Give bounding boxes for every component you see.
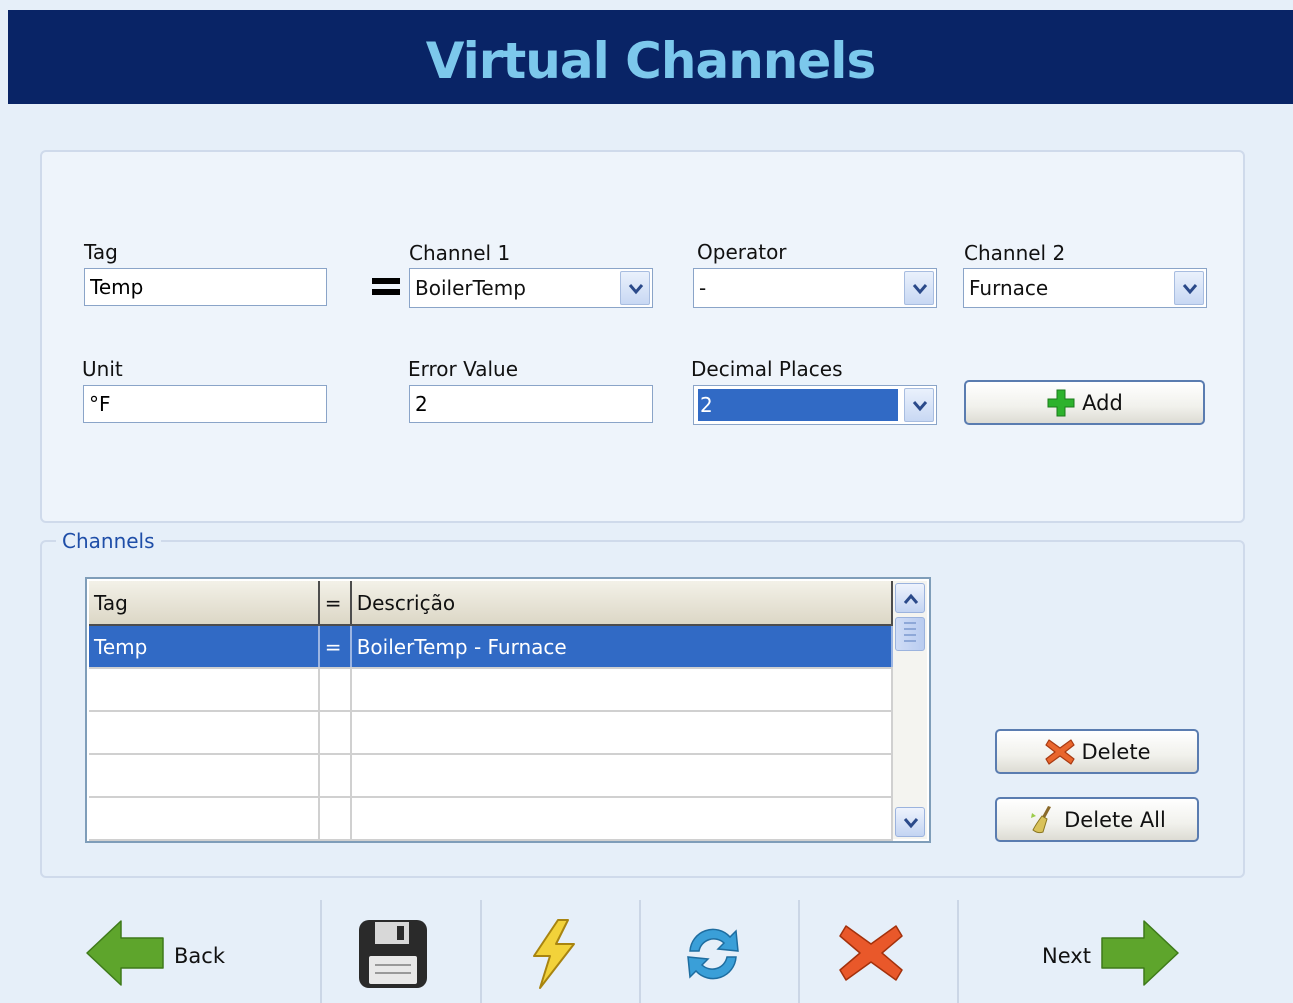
- cell-eq: =: [318, 625, 352, 669]
- arrow-right-icon: [1101, 920, 1179, 986]
- decimal-places-label: Decimal Places: [691, 357, 843, 381]
- lightning-button[interactable]: [500, 888, 620, 1003]
- unit-input[interactable]: [83, 385, 327, 423]
- equals-icon: [372, 278, 400, 298]
- table-row[interactable]: [89, 711, 894, 755]
- delete-all-button-label: Delete All: [1064, 807, 1166, 832]
- add-button-label: Add: [1082, 390, 1123, 415]
- operator-value: -: [699, 276, 707, 300]
- footer-divider: [320, 900, 322, 1003]
- chevron-down-icon[interactable]: [620, 271, 650, 305]
- channel2-select[interactable]: Furnace: [963, 268, 1207, 308]
- vertical-scrollbar[interactable]: [893, 581, 927, 839]
- channel1-select[interactable]: BoilerTemp: [409, 268, 653, 308]
- delete-x-icon: [1044, 738, 1075, 765]
- table-row[interactable]: [89, 668, 894, 712]
- delete-all-button[interactable]: Delete All: [995, 797, 1199, 842]
- error-value-input[interactable]: [409, 385, 653, 423]
- operator-select[interactable]: -: [693, 268, 937, 308]
- table-row[interactable]: [89, 797, 894, 841]
- delete-button-label: Delete: [1081, 739, 1151, 764]
- floppy-disk-icon: [359, 920, 427, 988]
- refresh-button[interactable]: [660, 888, 780, 1003]
- footer-divider: [957, 900, 959, 1003]
- page-title: Virtual Channels: [425, 32, 876, 90]
- arrow-left-icon: [86, 920, 164, 986]
- footer-divider: [480, 900, 482, 1003]
- footer-divider: [798, 900, 800, 1003]
- channel1-value: BoilerTemp: [415, 276, 526, 300]
- scroll-down-button[interactable]: [895, 807, 925, 837]
- delete-button[interactable]: Delete: [995, 729, 1199, 774]
- table-row[interactable]: Temp = BoilerTemp - Furnace: [89, 625, 894, 669]
- tag-input[interactable]: [84, 268, 327, 306]
- lightning-bolt-icon: [533, 919, 575, 989]
- column-header-eq[interactable]: =: [318, 581, 352, 626]
- table-row[interactable]: [89, 754, 894, 798]
- back-button[interactable]: Back: [60, 888, 310, 1003]
- next-button[interactable]: Next: [1000, 888, 1260, 1003]
- save-button[interactable]: [340, 888, 460, 1003]
- tag-label: Tag: [84, 240, 118, 264]
- channel1-label: Channel 1: [409, 241, 511, 265]
- broom-icon: [1031, 805, 1052, 833]
- decimal-places-value: 2: [698, 389, 898, 421]
- footer-divider: [639, 900, 641, 1003]
- scroll-up-button[interactable]: [895, 583, 925, 613]
- error-value-label: Error Value: [408, 357, 519, 381]
- decimal-places-select[interactable]: 2: [693, 385, 937, 425]
- channel2-value: Furnace: [969, 276, 1049, 300]
- channels-group-title: Channels: [56, 528, 161, 554]
- close-icon: [839, 925, 903, 981]
- chevron-down-icon[interactable]: [1174, 271, 1204, 305]
- channel2-label: Channel 2: [964, 241, 1066, 265]
- column-header-tag[interactable]: Tag: [89, 581, 320, 626]
- chevron-down-icon[interactable]: [904, 388, 934, 422]
- form-panel: [40, 150, 1245, 523]
- next-label: Next: [1042, 944, 1091, 968]
- back-label: Back: [174, 944, 225, 968]
- unit-label: Unit: [82, 357, 123, 381]
- operator-label: Operator: [697, 240, 787, 264]
- column-header-descricao[interactable]: Descrição: [350, 581, 894, 626]
- channels-table[interactable]: Tag = Descrição Temp = BoilerTemp - Furn…: [85, 577, 931, 843]
- cancel-button[interactable]: [820, 888, 940, 1003]
- table-header-row: Tag = Descrição: [89, 581, 894, 626]
- plus-icon: [1047, 389, 1075, 416]
- scrollbar-thumb[interactable]: [895, 617, 925, 651]
- add-button[interactable]: Add: [964, 380, 1205, 425]
- header-bar: Virtual Channels: [8, 10, 1293, 104]
- refresh-icon: [687, 928, 739, 980]
- cell-desc: BoilerTemp - Furnace: [350, 625, 894, 669]
- cell-tag: Temp: [89, 625, 320, 669]
- chevron-down-icon[interactable]: [904, 271, 934, 305]
